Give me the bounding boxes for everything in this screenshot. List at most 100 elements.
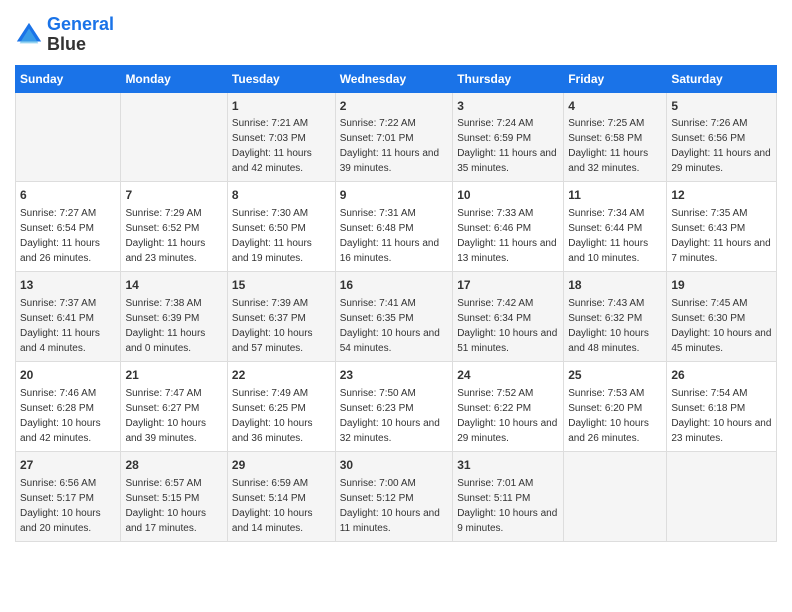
calendar-cell: 30 Sunrise: 7:00 AM Sunset: 5:12 PM Dayli…: [335, 451, 453, 541]
calendar-week-3: 13Sunrise: 7:37 AM Sunset: 6:41 PM Dayli…: [16, 272, 777, 362]
calendar-cell: 15 Sunrise: 7:39 AM Sunset: 6:37 PM Dayli…: [227, 272, 335, 362]
calendar-cell: 27 Sunrise: 6:56 AM Sunset: 5:17 PM Dayli…: [16, 451, 121, 541]
day-info: Sunrise: 7:52 AM Sunset: 6:22 PM Dayligh…: [457, 386, 559, 446]
calendar-table: SundayMondayTuesdayWednesdayThursdayFrid…: [15, 65, 777, 542]
logo-text: General Blue: [47, 15, 114, 55]
day-info: Sunrise: 7:35 AM Sunset: 6:43 PM Dayligh…: [671, 206, 772, 266]
calendar-cell: 10 Sunrise: 7:33 AM Sunset: 6:46 PM Dayli…: [453, 182, 564, 272]
day-number: 23: [340, 367, 449, 384]
calendar-week-4: 20Sunrise: 7:46 AM Sunset: 6:28 PM Dayli…: [16, 361, 777, 451]
day-info: Sunrise: 7:27 AM Sunset: 6:54 PM Dayligh…: [20, 206, 116, 266]
header-cell-wednesday: Wednesday: [335, 65, 453, 92]
calendar-cell: 26 Sunrise: 7:54 AM Sunset: 6:18 PM Dayli…: [667, 361, 777, 451]
day-info: Sunrise: 7:53 AM Sunset: 6:20 PM Dayligh…: [568, 386, 662, 446]
day-info: Sunrise: 7:31 AM Sunset: 6:48 PM Dayligh…: [340, 206, 449, 266]
day-info: Sunrise: 7:38 AM Sunset: 6:39 PM Dayligh…: [125, 296, 222, 356]
calendar-cell: [564, 451, 667, 541]
day-number: 14: [125, 277, 222, 294]
day-info: Sunrise: 7:30 AM Sunset: 6:50 PM Dayligh…: [232, 206, 331, 266]
calendar-cell: 1Sunrise: 7:21 AM Sunset: 7:03 PM Daylig…: [227, 92, 335, 182]
day-info: Sunrise: 7:47 AM Sunset: 6:27 PM Dayligh…: [125, 386, 222, 446]
calendar-week-2: 6 Sunrise: 7:27 AM Sunset: 6:54 PM Daylig…: [16, 182, 777, 272]
calendar-cell: 16 Sunrise: 7:41 AM Sunset: 6:35 PM Dayli…: [335, 272, 453, 362]
day-info: Sunrise: 7:39 AM Sunset: 6:37 PM Dayligh…: [232, 296, 331, 356]
day-info: Sunrise: 7:22 AM Sunset: 7:01 PM Dayligh…: [340, 116, 449, 176]
day-info: Sunrise: 6:59 AM Sunset: 5:14 PM Dayligh…: [232, 476, 331, 536]
day-info: Sunrise: 7:54 AM Sunset: 6:18 PM Dayligh…: [671, 386, 772, 446]
calendar-week-1: 1Sunrise: 7:21 AM Sunset: 7:03 PM Daylig…: [16, 92, 777, 182]
calendar-cell: 13Sunrise: 7:37 AM Sunset: 6:41 PM Dayli…: [16, 272, 121, 362]
day-info: Sunrise: 7:43 AM Sunset: 6:32 PM Dayligh…: [568, 296, 662, 356]
day-number: 11: [568, 187, 662, 204]
calendar-cell: [667, 451, 777, 541]
calendar-cell: 4Sunrise: 7:25 AM Sunset: 6:58 PM Daylig…: [564, 92, 667, 182]
day-info: Sunrise: 7:33 AM Sunset: 6:46 PM Dayligh…: [457, 206, 559, 266]
day-number: 2: [340, 98, 449, 115]
page-header: General Blue: [15, 15, 777, 55]
header-cell-monday: Monday: [121, 65, 227, 92]
day-info: Sunrise: 6:56 AM Sunset: 5:17 PM Dayligh…: [20, 476, 116, 536]
day-number: 16: [340, 277, 449, 294]
day-number: 21: [125, 367, 222, 384]
day-number: 19: [671, 277, 772, 294]
day-number: 12: [671, 187, 772, 204]
day-number: 31: [457, 457, 559, 474]
calendar-cell: 25 Sunrise: 7:53 AM Sunset: 6:20 PM Dayli…: [564, 361, 667, 451]
day-info: Sunrise: 7:00 AM Sunset: 5:12 PM Dayligh…: [340, 476, 449, 536]
calendar-cell: 19Sunrise: 7:45 AM Sunset: 6:30 PM Dayli…: [667, 272, 777, 362]
day-info: Sunrise: 7:21 AM Sunset: 7:03 PM Dayligh…: [232, 116, 331, 176]
day-info: Sunrise: 7:29 AM Sunset: 6:52 PM Dayligh…: [125, 206, 222, 266]
day-number: 3: [457, 98, 559, 115]
calendar-cell: 24 Sunrise: 7:52 AM Sunset: 6:22 PM Dayli…: [453, 361, 564, 451]
calendar-cell: 9 Sunrise: 7:31 AM Sunset: 6:48 PM Daylig…: [335, 182, 453, 272]
day-info: Sunrise: 6:57 AM Sunset: 5:15 PM Dayligh…: [125, 476, 222, 536]
day-number: 26: [671, 367, 772, 384]
day-number: 5: [671, 98, 772, 115]
day-number: 10: [457, 187, 559, 204]
calendar-cell: 2Sunrise: 7:22 AM Sunset: 7:01 PM Daylig…: [335, 92, 453, 182]
calendar-cell: 29 Sunrise: 6:59 AM Sunset: 5:14 PM Dayli…: [227, 451, 335, 541]
day-number: 6: [20, 187, 116, 204]
calendar-week-5: 27 Sunrise: 6:56 AM Sunset: 5:17 PM Dayli…: [16, 451, 777, 541]
day-info: Sunrise: 7:26 AM Sunset: 6:56 PM Dayligh…: [671, 116, 772, 176]
day-number: 8: [232, 187, 331, 204]
logo-icon: [15, 21, 43, 49]
header-cell-saturday: Saturday: [667, 65, 777, 92]
day-info: Sunrise: 7:01 AM Sunset: 5:11 PM Dayligh…: [457, 476, 559, 536]
day-info: Sunrise: 7:37 AM Sunset: 6:41 PM Dayligh…: [20, 296, 116, 356]
day-info: Sunrise: 7:42 AM Sunset: 6:34 PM Dayligh…: [457, 296, 559, 356]
calendar-cell: 11Sunrise: 7:34 AM Sunset: 6:44 PM Dayli…: [564, 182, 667, 272]
header-cell-tuesday: Tuesday: [227, 65, 335, 92]
calendar-cell: 23Sunrise: 7:50 AM Sunset: 6:23 PM Dayli…: [335, 361, 453, 451]
day-number: 28: [125, 457, 222, 474]
calendar-cell: 22 Sunrise: 7:49 AM Sunset: 6:25 PM Dayli…: [227, 361, 335, 451]
calendar-body: 1Sunrise: 7:21 AM Sunset: 7:03 PM Daylig…: [16, 92, 777, 541]
calendar-cell: 7 Sunrise: 7:29 AM Sunset: 6:52 PM Daylig…: [121, 182, 227, 272]
header-cell-thursday: Thursday: [453, 65, 564, 92]
day-number: 15: [232, 277, 331, 294]
calendar-cell: 12 Sunrise: 7:35 AM Sunset: 6:43 PM Dayli…: [667, 182, 777, 272]
day-info: Sunrise: 7:49 AM Sunset: 6:25 PM Dayligh…: [232, 386, 331, 446]
calendar-cell: [121, 92, 227, 182]
calendar-cell: [16, 92, 121, 182]
day-info: Sunrise: 7:41 AM Sunset: 6:35 PM Dayligh…: [340, 296, 449, 356]
day-info: Sunrise: 7:25 AM Sunset: 6:58 PM Dayligh…: [568, 116, 662, 176]
calendar-cell: 20Sunrise: 7:46 AM Sunset: 6:28 PM Dayli…: [16, 361, 121, 451]
day-number: 7: [125, 187, 222, 204]
calendar-cell: 5Sunrise: 7:26 AM Sunset: 6:56 PM Daylig…: [667, 92, 777, 182]
day-number: 1: [232, 98, 331, 115]
day-number: 25: [568, 367, 662, 384]
calendar-cell: 18Sunrise: 7:43 AM Sunset: 6:32 PM Dayli…: [564, 272, 667, 362]
day-number: 29: [232, 457, 331, 474]
day-number: 20: [20, 367, 116, 384]
day-number: 9: [340, 187, 449, 204]
day-number: 24: [457, 367, 559, 384]
calendar-cell: 8 Sunrise: 7:30 AM Sunset: 6:50 PM Daylig…: [227, 182, 335, 272]
day-number: 27: [20, 457, 116, 474]
calendar-header: SundayMondayTuesdayWednesdayThursdayFrid…: [16, 65, 777, 92]
calendar-cell: 28 Sunrise: 6:57 AM Sunset: 5:15 PM Dayli…: [121, 451, 227, 541]
day-number: 22: [232, 367, 331, 384]
day-number: 30: [340, 457, 449, 474]
calendar-cell: 21 Sunrise: 7:47 AM Sunset: 6:27 PM Dayli…: [121, 361, 227, 451]
logo: General Blue: [15, 15, 114, 55]
